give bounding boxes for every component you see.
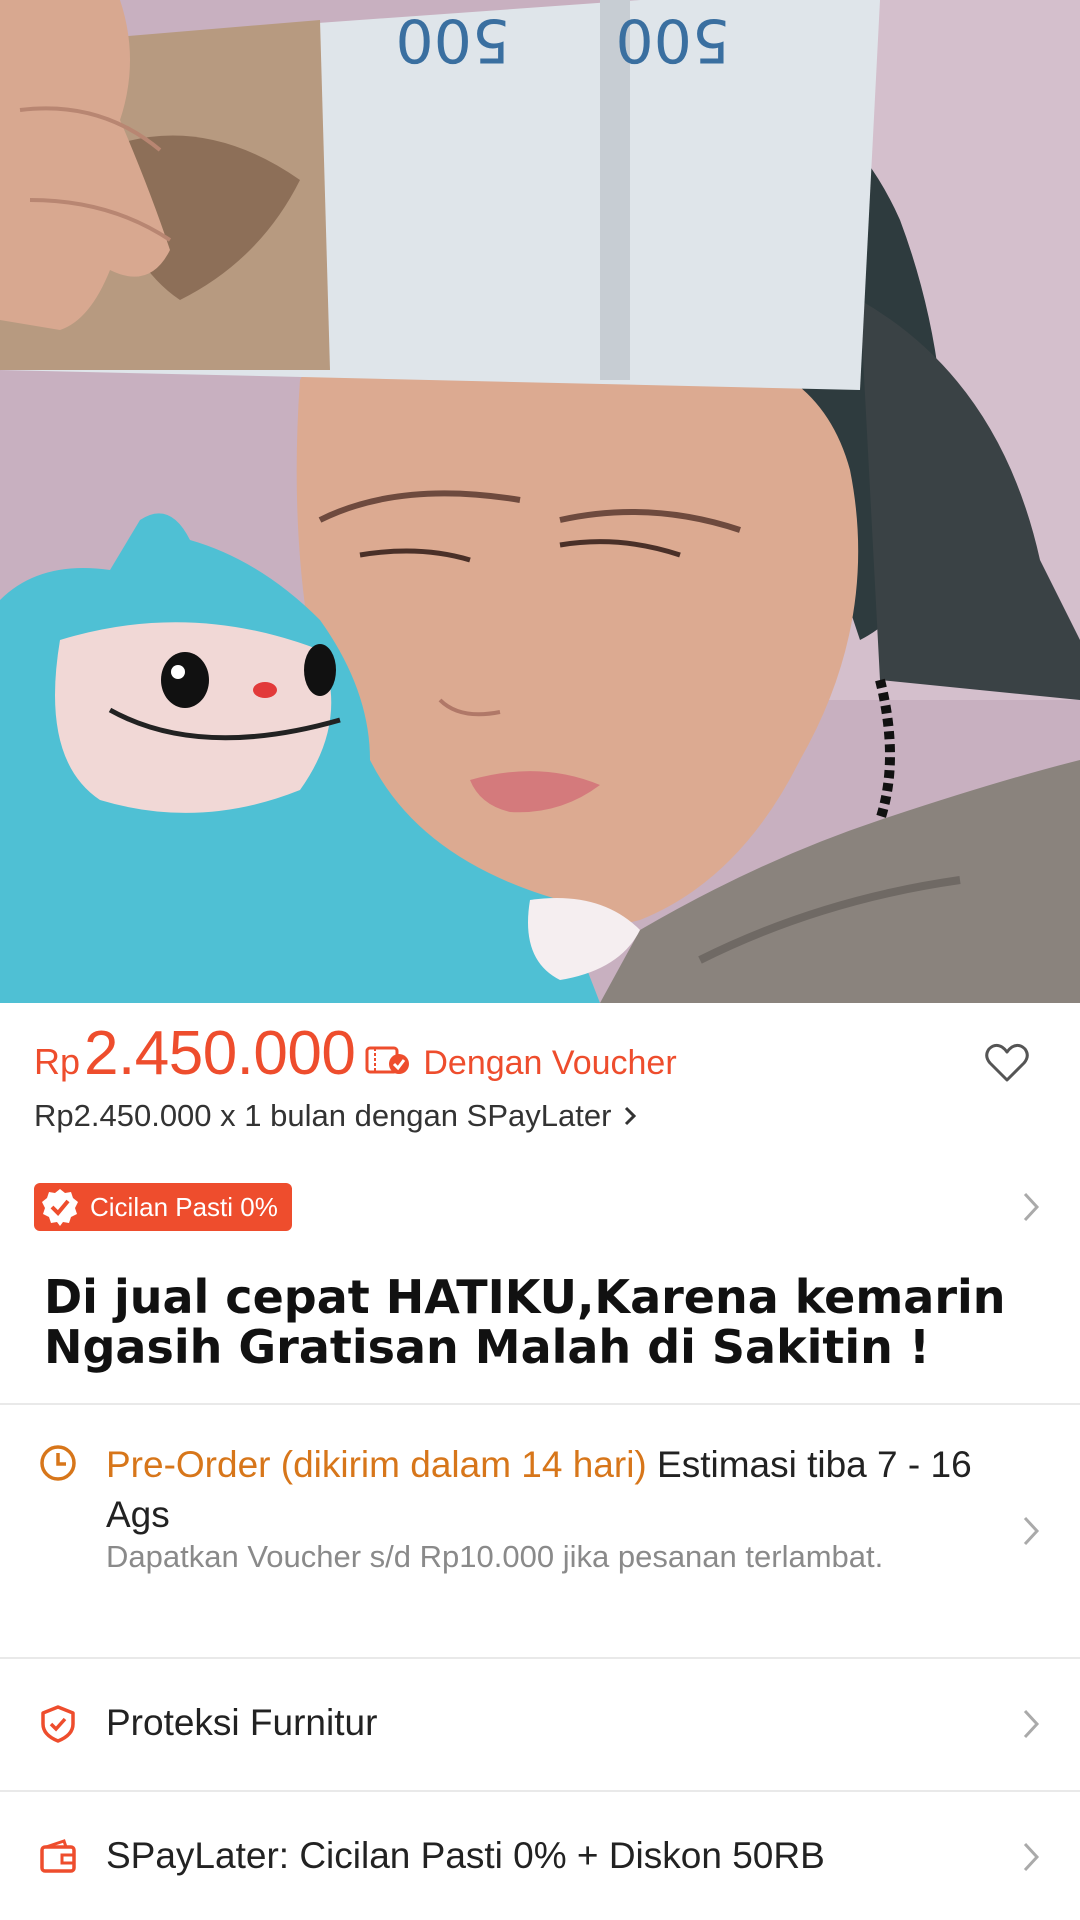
product-image[interactable]: 500 500 [0,0,1080,1003]
late-voucher-note: Dapatkan Voucher s/d Rp10.000 jika pesan… [106,1539,884,1574]
clock-icon [40,1445,76,1481]
check-badge-icon [42,1189,78,1226]
preorder-label: Pre-Order (dikirim dalam 14 hari) [106,1444,647,1485]
spaylater-installment-link[interactable]: Rp2.450.000 x 1 bulan dengan SPayLater [34,1098,637,1134]
chevron-right-icon[interactable] [1022,1191,1040,1223]
shield-check-icon [41,1705,75,1743]
wallet-icon [40,1839,76,1873]
price-row: Rp 2.450.000 Dengan Voucher [34,1018,1044,1090]
voucher-icon [365,1046,410,1074]
protection-label: Proteksi Furnitur [106,1702,378,1743]
protection-row[interactable]: Proteksi Furnitur [0,1659,1080,1790]
shipping-row[interactable]: Pre-Order (dikirim dalam 14 hari) Estima… [0,1405,1080,1657]
banknote-denomination-right: 500 [615,5,730,75]
voucher-label[interactable]: Dengan Voucher [423,1044,676,1083]
product-title: Di jual cepat HATIKU,Karena kemarin Ngas… [44,1270,1006,1374]
heart-icon[interactable] [984,1042,1030,1084]
spaylater-promo-row[interactable]: SPayLater: Cicilan Pasti 0% + Diskon 50R… [0,1792,1080,1920]
shipping-estimate: Pre-Order (dikirim dalam 14 hari) Estima… [106,1440,1006,1540]
banknote-denomination-left: 500 [395,5,510,75]
spaylater-installment-text: Rp2.450.000 x 1 bulan dengan SPayLater [34,1098,612,1133]
spaylater-promo-label: SPayLater: Cicilan Pasti 0% + Diskon 50R… [106,1835,825,1876]
price-currency: Rp [34,1041,81,1082]
chevron-right-icon [625,1106,637,1126]
cicilan-badge[interactable]: Cicilan Pasti 0% [34,1183,292,1231]
chevron-right-icon [1023,1709,1040,1739]
chevron-right-icon [1023,1842,1040,1872]
cicilan-badge-label: Cicilan Pasti 0% [90,1191,278,1222]
price-value: 2.450.000 [84,1019,356,1088]
chevron-right-icon [1023,1516,1040,1546]
